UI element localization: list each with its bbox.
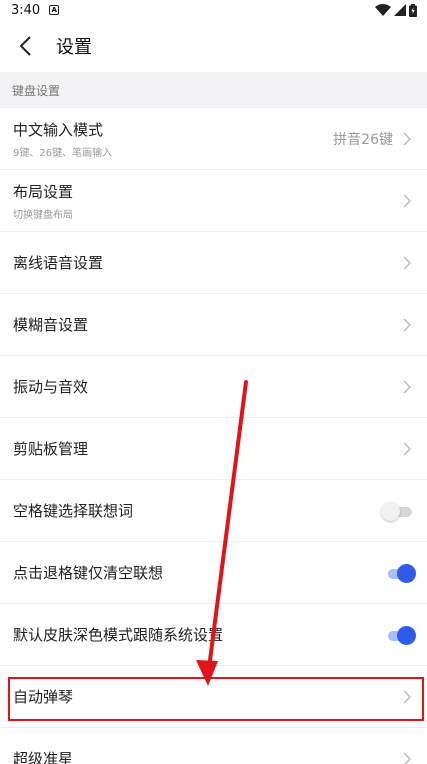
- row-title: 模糊音设置: [13, 316, 89, 334]
- setting-offline-voice[interactable]: 离线语音设置: [0, 232, 427, 294]
- row-subtitle: 9键、26键、笔画输入: [13, 147, 113, 159]
- setting-clipboard[interactable]: 剪贴板管理: [0, 418, 427, 480]
- status-time-group: 3:40 A: [11, 2, 60, 18]
- header: 设置: [0, 20, 427, 72]
- row-title: 默认皮肤深色模式跟随系统设置: [13, 626, 224, 644]
- row-title: 自动弹琴: [13, 688, 74, 706]
- status-time: 3:40: [11, 2, 41, 18]
- chevron-right-icon: [403, 256, 413, 270]
- row-text: 离线语音设置: [13, 252, 403, 273]
- setting-vibration-sound[interactable]: 振动与音效: [0, 356, 427, 418]
- setting-backspace-clear-suggestion: 点击退格键仅清空联想: [0, 542, 427, 604]
- row-text: 点击退格键仅清空联想: [13, 562, 385, 583]
- row-text: 默认皮肤深色模式跟随系统设置: [13, 624, 385, 645]
- chevron-right-icon: [403, 690, 413, 704]
- row-value: 拼音26键: [333, 131, 393, 148]
- row-text: 超级准星: [13, 748, 403, 764]
- row-subtitle: 切换键盘布局: [13, 209, 73, 221]
- chevron-right-icon: [403, 752, 413, 764]
- backspace-clear-toggle[interactable]: [385, 563, 416, 583]
- chevron-right-icon: [403, 380, 413, 394]
- chevron-right-icon: [403, 132, 413, 146]
- setting-chinese-input-mode[interactable]: 中文输入模式 9键、26键、笔画输入 拼音26键: [0, 108, 427, 170]
- row-title: 剪贴板管理: [13, 440, 89, 458]
- row-text: 模糊音设置: [13, 314, 403, 335]
- space-select-toggle[interactable]: [381, 501, 415, 521]
- row-title: 中文输入模式: [13, 120, 104, 139]
- chevron-right-icon: [403, 194, 413, 208]
- page-title: 设置: [56, 37, 92, 58]
- row-text: 自动弹琴: [13, 686, 403, 707]
- section-header: 键盘设置: [0, 72, 427, 108]
- wifi-icon: [375, 4, 391, 16]
- row-title: 布局设置: [13, 182, 74, 201]
- setting-super-crosshair[interactable]: 超级准星: [0, 728, 427, 764]
- status-icons: [375, 3, 417, 17]
- chevron-right-icon: [403, 442, 413, 456]
- row-text: 中文输入模式 9键、26键、笔画输入: [13, 119, 333, 159]
- row-title: 空格键选择联想词: [13, 502, 134, 520]
- row-text: 空格键选择联想词: [13, 500, 385, 521]
- row-title: 超级准星: [13, 750, 74, 764]
- settings-list: 中文输入模式 9键、26键、笔画输入 拼音26键 布局设置 切换键盘布局 离线语…: [0, 108, 427, 764]
- notification-a-icon: A: [49, 5, 60, 15]
- setting-fuzzy-pinyin[interactable]: 模糊音设置: [0, 294, 427, 356]
- dark-mode-follow-toggle[interactable]: [385, 625, 416, 645]
- chevron-right-icon: [403, 318, 413, 332]
- setting-dark-skin-follow-system: 默认皮肤深色模式跟随系统设置: [0, 604, 427, 666]
- chevron-left-icon: [19, 36, 31, 56]
- setting-layout[interactable]: 布局设置 切换键盘布局: [0, 170, 427, 232]
- row-title: 振动与音效: [13, 378, 89, 396]
- status-bar: 3:40 A: [0, 0, 427, 20]
- row-title: 离线语音设置: [13, 254, 104, 272]
- row-text: 振动与音效: [13, 376, 403, 397]
- setting-space-select-suggestion: 空格键选择联想词: [0, 480, 427, 542]
- back-button[interactable]: [13, 34, 37, 58]
- cell-signal-icon: [394, 4, 406, 16]
- row-text: 剪贴板管理: [13, 438, 403, 459]
- battery-icon: [409, 3, 417, 17]
- setting-auto-piano[interactable]: 自动弹琴: [0, 666, 427, 728]
- row-title: 点击退格键仅清空联想: [13, 564, 164, 582]
- row-text: 布局设置 切换键盘布局: [13, 181, 403, 221]
